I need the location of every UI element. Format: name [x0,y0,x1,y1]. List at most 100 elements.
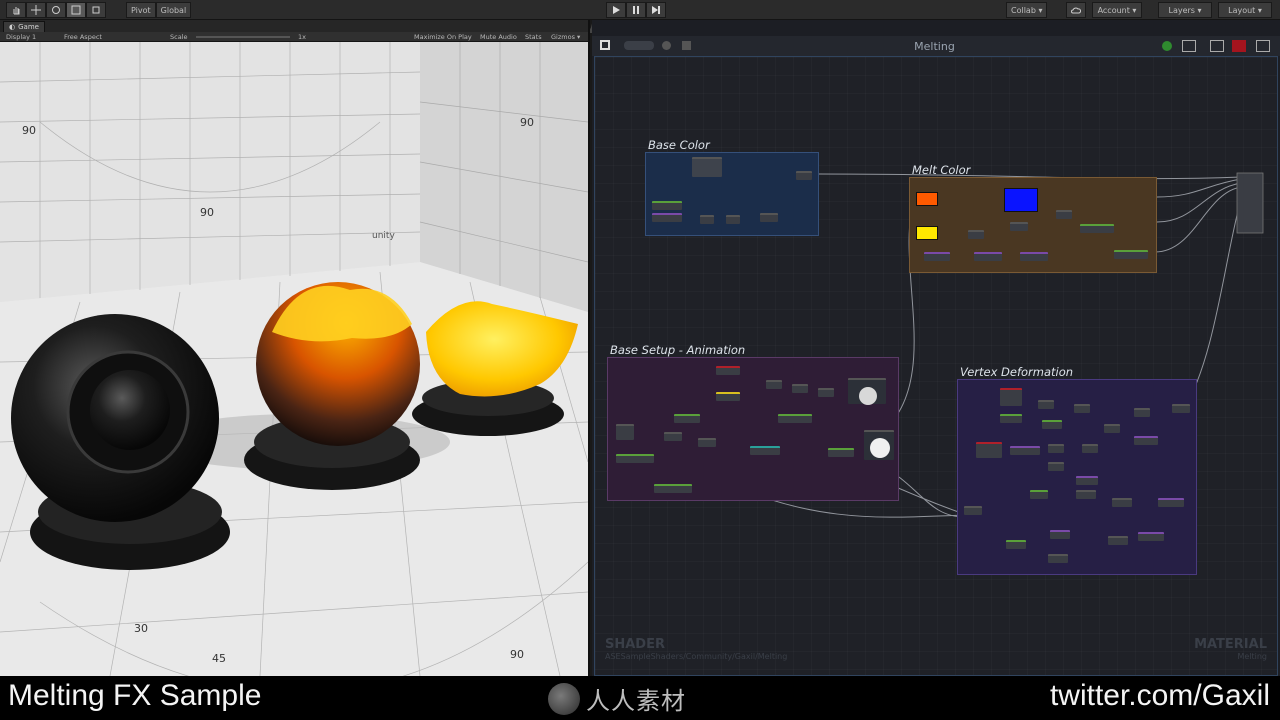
graph-node[interactable] [1010,222,1028,231]
account-button[interactable]: Account ▾ [1092,2,1142,18]
collab-button[interactable]: Collab ▾ [1006,2,1048,18]
graph-node[interactable] [766,380,782,389]
group-vertex-deformation-title: Vertex Deformation [960,365,1074,379]
graph-node[interactable] [1030,490,1048,499]
graph-node[interactable] [1074,404,1090,413]
graph-node[interactable] [716,392,740,401]
graph-node[interactable] [1138,532,1164,541]
move-tool-button[interactable] [26,2,46,18]
status-icon [1162,41,1172,51]
graph-node[interactable] [1076,476,1098,485]
group-base-setup-animation[interactable]: Base Setup - Animation [607,343,899,501]
graph-node[interactable] [652,201,682,210]
info-icon[interactable] [1182,40,1196,52]
graph-node[interactable] [1112,498,1132,507]
pivot-button[interactable]: Pivot [126,2,156,18]
graph-node[interactable] [726,215,740,224]
caption-bar: Melting FX Sample 人人素材 twitter.com/Gaxil [0,676,1280,720]
graph-node[interactable] [1048,462,1064,471]
graph-node[interactable] [1082,444,1098,453]
gizmos-dropdown[interactable]: Gizmos ▾ [551,33,580,41]
graph-node[interactable] [760,213,778,222]
graph-node[interactable] [1048,444,1064,453]
graph-node[interactable] [1000,388,1022,406]
scale-tool-button[interactable] [66,2,86,18]
graph-node[interactable] [976,442,1002,458]
global-button[interactable]: Global [155,2,192,18]
graph-node[interactable] [1108,536,1128,545]
material-label: MATERIAL [1194,637,1267,652]
node-graph-canvas[interactable]: Base Color Melt Color Base Setup - Anima… [594,56,1278,676]
hand-tool-button[interactable] [6,2,26,18]
graph-node[interactable] [698,438,716,447]
graph-node[interactable] [664,432,682,441]
group-base-color[interactable]: Base Color [645,138,819,236]
graph-node[interactable] [654,484,692,493]
graph-node[interactable] [924,252,950,261]
graph-node[interactable] [1010,446,1040,455]
aspect-dropdown[interactable]: Free Aspect [64,33,170,41]
display-dropdown[interactable]: Display 1 [6,33,64,41]
game-scene[interactable]: 90 90 90 30 45 60 90 unity [0,42,588,676]
graph-node[interactable] [1056,210,1072,219]
color-swatch-blue[interactable] [1004,188,1038,212]
graph-node[interactable] [616,424,634,440]
layers-group: Layers ▾ [1158,2,1212,18]
logo-mark-icon [548,682,580,715]
graph-node[interactable] [1172,404,1190,413]
tab-game[interactable]: ◐ Game [3,21,45,32]
stats-toggle[interactable]: Stats [525,33,551,41]
graph-node[interactable] [652,213,682,222]
graph-node[interactable] [750,446,780,455]
material-info: MATERIAL Melting [1194,637,1267,661]
shader-editor-panel: Melting Base Color Melt Color Base Setup… [592,20,1280,676]
scale-label: Scale [170,32,188,41]
maximize-on-play-toggle[interactable]: Maximize On Play [414,33,480,41]
graph-node[interactable] [792,384,808,393]
add-node-icon[interactable] [1210,40,1224,52]
graph-node[interactable] [968,230,984,239]
graph-node[interactable] [1006,540,1026,549]
graph-node[interactable] [778,414,812,423]
move-icon [31,5,41,15]
graph-node[interactable] [1134,436,1158,445]
graph-node[interactable] [1042,420,1062,429]
cloud-button[interactable] [1066,2,1086,18]
rect-tool-button[interactable] [86,2,106,18]
group-vertex-deformation[interactable]: Vertex Deformation [957,365,1197,575]
graph-node[interactable] [1050,530,1070,539]
palette-icon[interactable] [1232,40,1246,52]
graph-node[interactable] [1158,498,1184,507]
game-tabbar: ◐ Game [0,20,588,32]
graph-node[interactable] [1076,490,1096,499]
graph-node[interactable] [1000,414,1022,423]
group-melt-color[interactable]: Melt Color [909,163,1157,273]
graph-node[interactable] [1038,400,1054,409]
graph-node[interactable] [828,448,854,457]
graph-node[interactable] [974,252,1002,261]
graph-node[interactable] [692,157,722,177]
layers-dropdown[interactable]: Layers ▾ [1158,2,1212,18]
layout-dropdown[interactable]: Layout ▾ [1218,2,1272,18]
graph-node[interactable] [818,388,834,397]
color-swatch-yellow[interactable] [916,226,938,240]
graph-node[interactable] [1104,424,1120,433]
shader-info: SHADER ASESampleShaders/Community/Gaxil/… [605,637,787,661]
rotate-tool-button[interactable] [46,2,66,18]
color-swatch-orange[interactable] [916,192,938,206]
graph-node[interactable] [964,506,982,515]
scale-slider[interactable] [196,35,290,38]
graph-node[interactable] [1020,252,1048,261]
mute-audio-toggle[interactable]: Mute Audio [480,33,525,41]
graph-node[interactable] [796,171,812,180]
material-name: Melting [1237,652,1267,661]
graph-node[interactable] [1048,554,1068,563]
graph-node[interactable] [700,215,714,224]
graph-node[interactable] [616,454,654,463]
graph-node[interactable] [1080,224,1114,233]
maximize-icon[interactable] [1256,40,1270,52]
graph-node[interactable] [1114,250,1148,259]
graph-node[interactable] [716,366,740,375]
graph-node[interactable] [1134,408,1150,417]
graph-node[interactable] [674,414,700,423]
